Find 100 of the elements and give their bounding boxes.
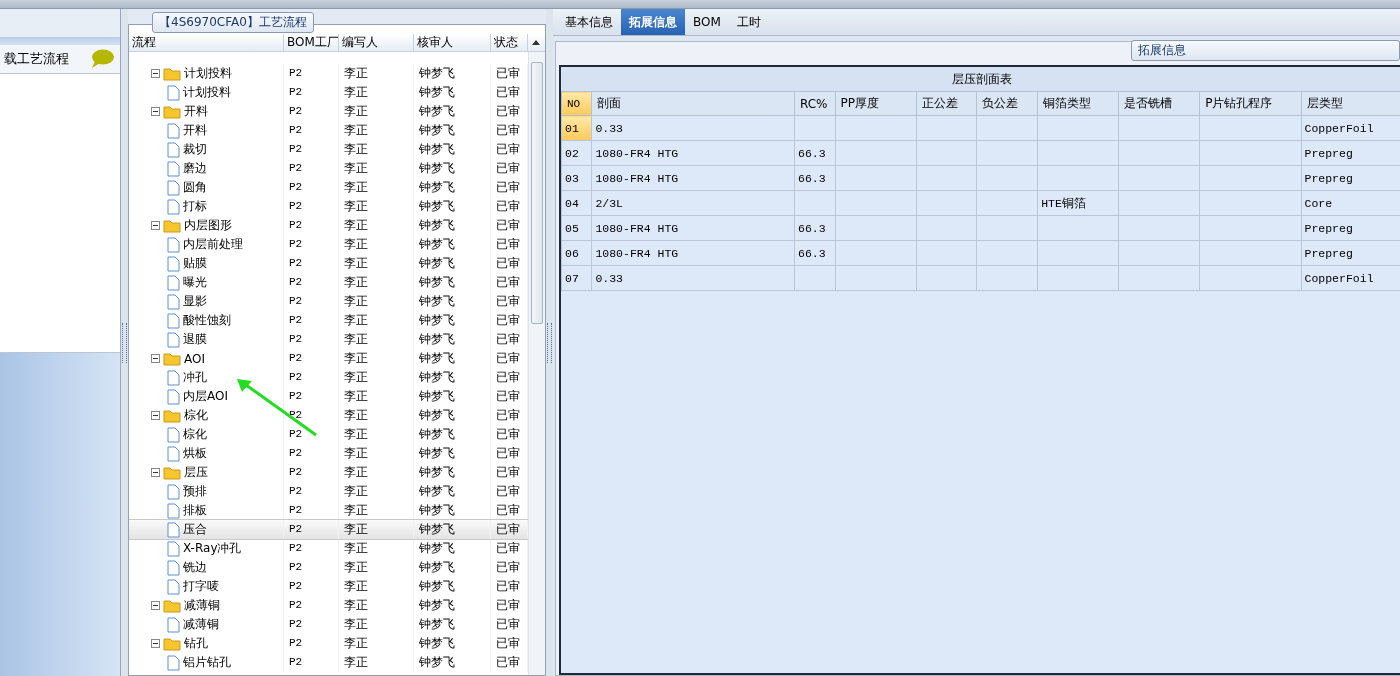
column-header[interactable]: 核审人 <box>414 34 491 51</box>
tab[interactable]: 基本信息 <box>557 9 621 35</box>
step-name: 计划投料 <box>183 84 231 101</box>
document-icon <box>167 426 180 443</box>
document-icon <box>167 521 180 538</box>
document-icon <box>167 540 180 557</box>
step-name: 开料 <box>183 122 207 139</box>
table-cell: 钟梦飞 <box>414 520 491 539</box>
table-cell: 李正 <box>339 653 414 672</box>
column-header[interactable]: 剖面 <box>591 91 795 116</box>
collapse-icon[interactable] <box>151 68 160 78</box>
document-icon <box>167 84 180 101</box>
folder-icon <box>163 104 181 119</box>
column-header[interactable]: 层类型 <box>1301 91 1400 116</box>
row-number[interactable]: 07 <box>561 265 592 291</box>
document-icon <box>167 160 180 177</box>
column-header[interactable]: NO <box>561 91 592 116</box>
tab[interactable]: 工时 <box>728 9 769 35</box>
scrollbar-thumb[interactable] <box>531 62 543 324</box>
step-name: 棕化 <box>184 407 208 424</box>
table-cell: P2 <box>284 653 339 672</box>
step-name: 曝光 <box>183 274 207 291</box>
table-cell: HTE铜箔 <box>1037 190 1119 216</box>
tab[interactable]: BOM <box>685 9 729 35</box>
table-cell: 66.3 <box>794 240 835 266</box>
step-name: 显影 <box>183 293 207 310</box>
row-number[interactable]: 02 <box>561 140 592 166</box>
step-name: 铝片钻孔 <box>183 654 231 671</box>
step-name: X-Ray冲孔 <box>183 540 242 557</box>
column-header[interactable]: BOM工厂 <box>284 34 339 51</box>
table-cell: 66.3 <box>794 215 835 241</box>
document-icon <box>167 236 180 253</box>
step-name: 钻孔 <box>184 635 208 652</box>
table-cell: 66.3 <box>794 140 835 166</box>
panel-title: 【4S6970CFA0】工艺流程 <box>152 12 314 33</box>
step-name: 内层前处理 <box>183 236 243 253</box>
collapse-icon[interactable] <box>151 638 160 648</box>
document-icon <box>167 578 180 595</box>
document-icon <box>167 141 180 158</box>
document-icon <box>167 445 180 462</box>
section-title: 拓展信息 <box>1131 40 1400 61</box>
table-title: 层压剖面表 <box>561 67 1400 92</box>
folder-icon <box>163 636 181 651</box>
document-icon <box>167 559 180 576</box>
step-name: 减薄铜 <box>183 616 219 633</box>
document-icon <box>167 179 180 196</box>
collapse-icon[interactable] <box>151 106 160 116</box>
row-number[interactable]: 05 <box>561 215 592 241</box>
folder-icon <box>163 408 181 423</box>
step-name: 排板 <box>183 502 207 519</box>
row-number[interactable]: 06 <box>561 240 592 266</box>
step-name: 贴膜 <box>183 255 207 272</box>
tab[interactable]: 拓展信息 <box>621 9 685 35</box>
collapse-icon[interactable] <box>151 410 160 420</box>
step-name: 打字唛 <box>183 578 219 595</box>
row-number[interactable]: 03 <box>561 165 592 191</box>
row-number[interactable]: 04 <box>561 190 592 216</box>
document-icon <box>167 369 180 386</box>
folder-icon <box>163 66 181 81</box>
step-name: 磨边 <box>183 160 207 177</box>
document-icon <box>167 312 180 329</box>
step-name: AOI <box>184 351 205 366</box>
table-cell: 钟梦飞 <box>414 653 491 672</box>
table-cell: 1080-FR4 HTG <box>591 240 795 266</box>
step-name: 层压 <box>184 464 208 481</box>
document-icon <box>167 198 180 215</box>
panel-title: 载工艺流程 <box>4 50 69 68</box>
table-cell: 1080-FR4 HTG <box>591 165 795 191</box>
step-name: 裁切 <box>183 141 207 158</box>
collapse-icon[interactable] <box>151 600 160 610</box>
folder-icon <box>163 351 181 366</box>
table-cell: P2 <box>284 520 339 539</box>
collapse-icon[interactable] <box>151 467 160 477</box>
row-number[interactable]: 01 <box>561 115 592 141</box>
document-icon <box>167 274 180 291</box>
table-cell: 1080-FR4 HTG <box>591 140 795 166</box>
folder-icon <box>163 598 181 613</box>
step-name: 圆角 <box>183 179 207 196</box>
column-header[interactable]: 流程 <box>129 34 284 51</box>
step-name: 内层图形 <box>184 217 232 234</box>
document-icon <box>167 255 180 272</box>
collapse-icon[interactable] <box>151 353 160 363</box>
column-header[interactable]: 状态 <box>491 34 528 51</box>
document-icon <box>167 388 180 405</box>
collapse-icon[interactable] <box>151 220 160 230</box>
step-name: 烘板 <box>183 445 207 462</box>
step-name: 内层AOI <box>183 388 228 405</box>
table-cell: 0.33 <box>591 265 795 291</box>
tree-row[interactable]: 压合 P2 李正 钟梦飞 已审 <box>129 520 528 539</box>
step-name: 铣边 <box>183 559 207 576</box>
document-icon <box>167 654 180 671</box>
folder-icon <box>163 218 181 233</box>
table-cell: 66.3 <box>794 165 835 191</box>
column-header[interactable]: 编写人 <box>339 34 414 51</box>
table-cell: 1080-FR4 HTG <box>591 215 795 241</box>
table-cell: 0.33 <box>591 115 795 141</box>
column-header[interactable]: P片钻孔程序 <box>1199 91 1301 116</box>
step-name: 棕化 <box>183 426 207 443</box>
document-icon <box>167 122 180 139</box>
step-name: 退膜 <box>183 331 207 348</box>
